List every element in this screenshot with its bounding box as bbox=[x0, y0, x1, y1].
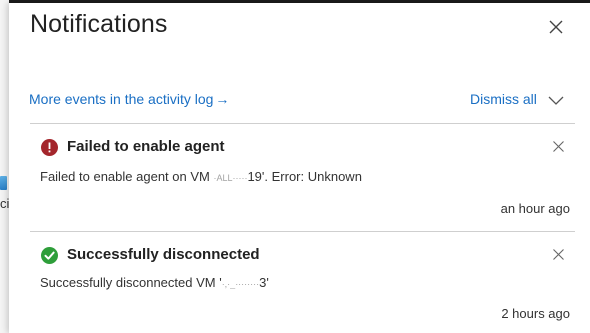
notification-body-prefix: Failed to enable agent on VM bbox=[40, 169, 214, 184]
chevron-down-icon bbox=[548, 96, 564, 105]
error-icon bbox=[41, 139, 58, 156]
activity-log-link[interactable]: More events in the activity log → bbox=[29, 91, 229, 107]
notification-body-prefix: Successfully disconnected VM ' bbox=[40, 275, 222, 290]
panel-title: Notifications bbox=[30, 10, 168, 38]
activity-log-label: More events in the activity log bbox=[29, 91, 214, 107]
expand-toggle[interactable] bbox=[547, 94, 565, 106]
notification-title: Successfully disconnected bbox=[67, 246, 260, 263]
dismiss-notification-button[interactable] bbox=[552, 140, 565, 153]
notification-body: Successfully disconnected VM '·,·_······… bbox=[40, 275, 269, 290]
notification-body: Failed to enable agent on VM ·ALL·····19… bbox=[40, 169, 362, 184]
close-panel-button[interactable] bbox=[546, 17, 566, 37]
notification-timestamp: 2 hours ago bbox=[501, 306, 570, 321]
screen: ci Notifications More events in the acti… bbox=[0, 0, 590, 333]
notification-timestamp: an hour ago bbox=[500, 201, 570, 216]
underlying-page: ci bbox=[0, 0, 9, 333]
notifications-panel: Notifications More events in the activit… bbox=[9, 3, 590, 333]
close-icon bbox=[549, 20, 563, 34]
dismiss-notification-button[interactable] bbox=[552, 248, 565, 261]
underlying-text: ci bbox=[0, 196, 9, 211]
divider bbox=[30, 123, 575, 124]
close-icon bbox=[553, 249, 564, 260]
arrow-right-icon: → bbox=[215, 91, 230, 107]
underlying-resource-icon bbox=[0, 176, 7, 190]
notification-title: Failed to enable agent bbox=[67, 138, 225, 155]
dismiss-all-button[interactable]: Dismiss all bbox=[470, 91, 537, 107]
redacted-vm-name: ·ALL····· bbox=[213, 172, 248, 183]
close-icon bbox=[553, 141, 564, 152]
notification-body-suffix: 3' bbox=[259, 275, 269, 290]
notification-body-suffix: 19'. Error: Unknown bbox=[247, 169, 362, 184]
redacted-vm-name: ·,·_········ bbox=[221, 278, 260, 289]
success-icon bbox=[41, 247, 58, 264]
divider bbox=[30, 231, 575, 232]
